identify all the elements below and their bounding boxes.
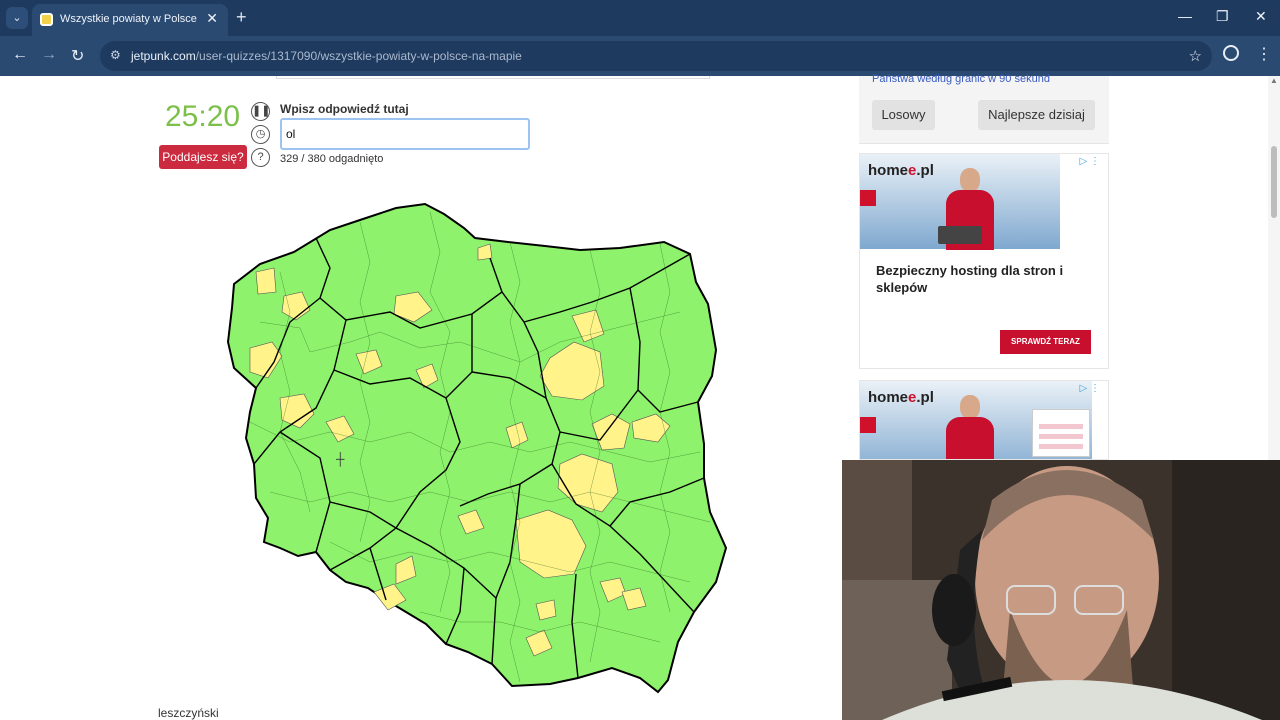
pause-icon[interactable]: ❚❚ xyxy=(251,102,270,121)
address-bar[interactable]: ⚙ jetpunk.com/user-quizzes/1317090/wszys… xyxy=(100,41,1212,71)
give-up-button[interactable]: Poddajesz się? xyxy=(159,145,247,169)
url-path: /user-quizzes/1317090/wszystkie-powiaty-… xyxy=(195,49,522,63)
related-quizzes-panel: Państwa według granic w 90 sekund Losowy… xyxy=(859,73,1109,144)
ad-server-graphic xyxy=(1032,409,1090,457)
random-quiz-button[interactable]: Losowy xyxy=(872,100,935,130)
poland-counties-map[interactable] xyxy=(220,202,736,702)
ad-decor-square-2 xyxy=(860,417,876,433)
ad-person-image-2 xyxy=(946,395,994,459)
site-info-icon[interactable]: ⚙ xyxy=(110,48,121,62)
tab-title: Wszystkie powiaty w Polsce na xyxy=(60,13,200,25)
clock-icon[interactable]: ◷ xyxy=(251,125,270,144)
divider xyxy=(276,76,710,79)
best-today-button[interactable]: Najlepsze dzisiaj xyxy=(978,100,1095,130)
restore-icon[interactable]: ❐ xyxy=(1216,8,1229,25)
active-tab[interactable]: Wszystkie powiaty w Polsce na ✕ xyxy=(32,4,228,36)
browser-toolbar: ← → ↻ ⚙ jetpunk.com/user-quizzes/1317090… xyxy=(0,36,1280,76)
ad-laptop-image xyxy=(938,226,982,244)
hovered-county-label: leszczyński xyxy=(158,706,219,720)
url-text[interactable]: jetpunk.com/user-quizzes/1317090/wszystk… xyxy=(131,49,522,63)
mouse-cursor-icon: ┼ xyxy=(336,452,345,466)
ad-headline: Bezpieczny hosting dla stron i sklepów xyxy=(876,263,1064,295)
ad-logo-2: homee.pl xyxy=(868,389,934,406)
back-arrow-icon[interactable]: ← xyxy=(12,46,28,64)
help-icon[interactable]: ? xyxy=(251,148,270,167)
webcam-overlay xyxy=(842,460,1280,720)
webcam-image xyxy=(842,460,1280,720)
advertisement[interactable]: homee.pl ▷ ⋮ Bezpieczny hosting dla stro… xyxy=(859,153,1109,369)
answer-input[interactable]: ol xyxy=(280,118,530,150)
answer-label: Wpisz odpowiedź tutaj xyxy=(280,102,409,116)
minimize-icon[interactable]: — xyxy=(1178,8,1192,24)
close-window-icon[interactable]: ✕ xyxy=(1255,8,1267,25)
reload-icon[interactable]: ↻ xyxy=(71,46,84,66)
new-tab-button[interactable]: + xyxy=(236,7,247,28)
advertisement-2[interactable]: homee.pl ▷ ⋮ xyxy=(859,380,1109,460)
profile-icon[interactable] xyxy=(1223,45,1239,61)
tab-close-icon[interactable]: ✕ xyxy=(206,10,218,27)
browser-menu-icon[interactable]: ⋮ xyxy=(1256,44,1272,64)
adchoices-icon[interactable]: ▷ ⋮ xyxy=(1080,156,1100,167)
quiz-timer: 25:20 xyxy=(165,100,241,133)
browser-tab-strip: ⌄ Wszystkie powiaty w Polsce na ✕ + — ❐ … xyxy=(0,0,1280,36)
url-host: jetpunk.com xyxy=(131,49,196,63)
scroll-up-icon[interactable]: ▲ xyxy=(1270,76,1278,85)
progress-text: 329 / 380 odgadnięto xyxy=(280,153,384,165)
scrollbar-thumb[interactable] xyxy=(1271,146,1277,218)
bookmark-star-icon[interactable]: ☆ xyxy=(1189,47,1202,65)
related-quiz-link[interactable]: Państwa według granic w 90 sekund xyxy=(872,73,1050,85)
jetpunk-favicon-icon xyxy=(40,13,53,26)
ad-decor-square xyxy=(860,190,876,206)
ad-logo: homee.pl xyxy=(868,162,934,179)
adchoices-icon-2[interactable]: ▷ ⋮ xyxy=(1080,383,1100,394)
forward-arrow-icon[interactable]: → xyxy=(41,46,57,64)
tab-search-button[interactable]: ⌄ xyxy=(6,7,28,29)
poland-outline xyxy=(226,202,728,694)
ad-cta-button[interactable]: SPRAWDŹ TERAZ xyxy=(1000,330,1091,354)
